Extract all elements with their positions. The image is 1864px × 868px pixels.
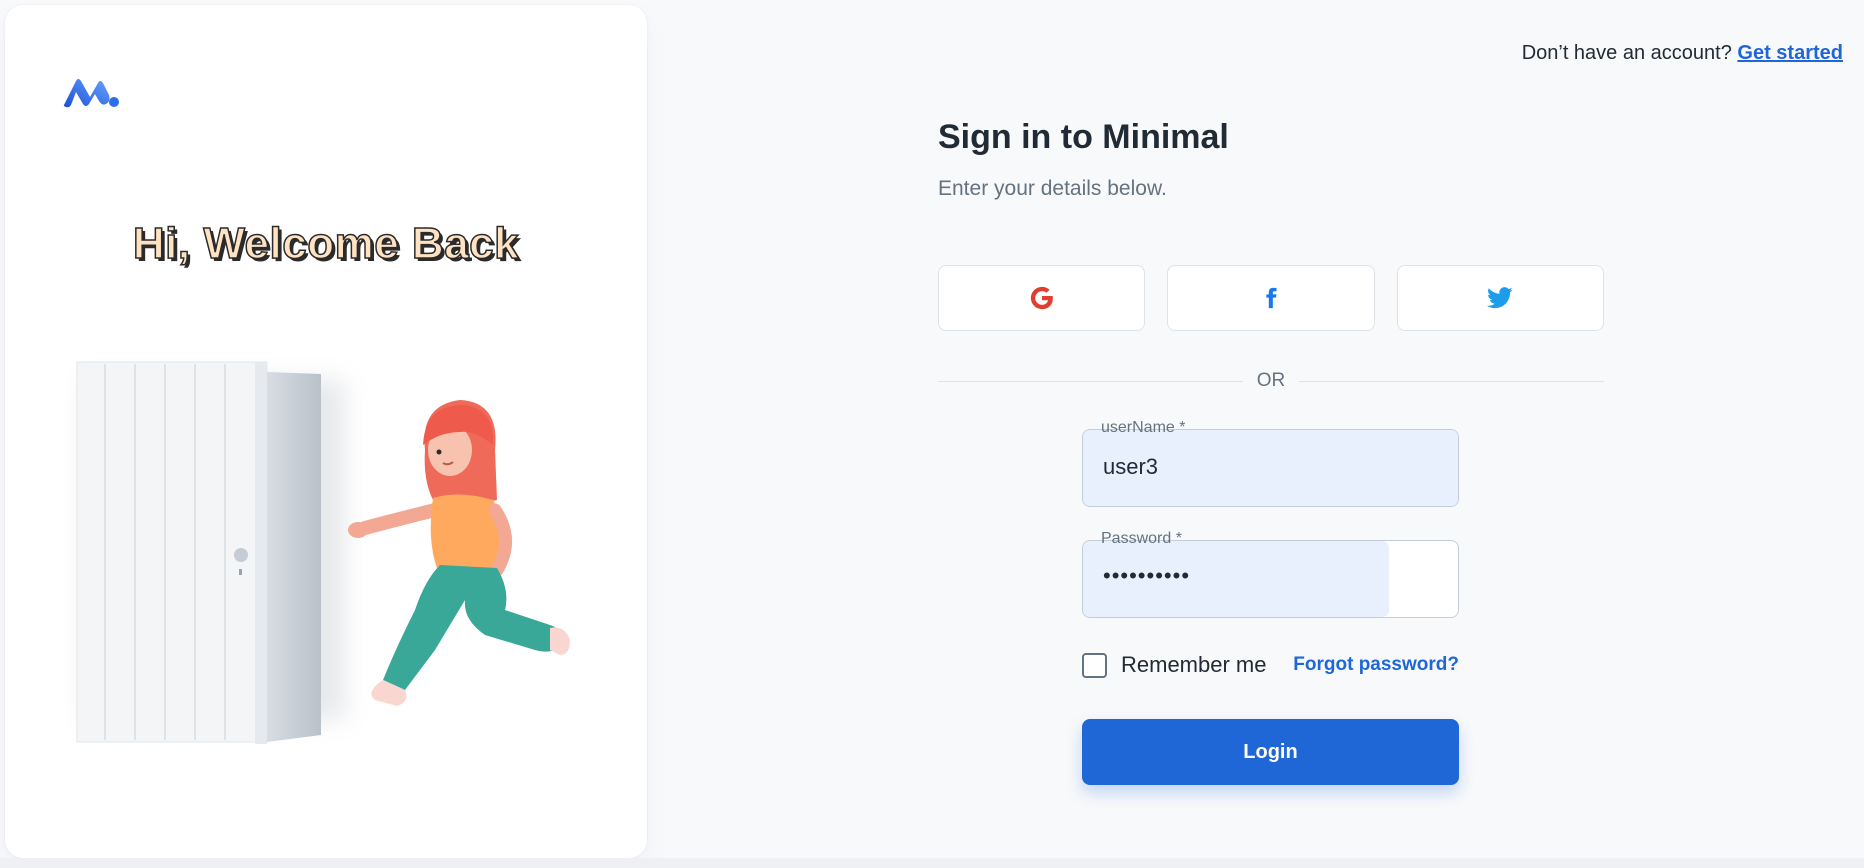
signup-prompt-text: Don’t have an account?: [1521, 42, 1732, 64]
remember-me-label[interactable]: Remember me: [1121, 652, 1266, 678]
get-started-link[interactable]: Get started: [1737, 42, 1843, 64]
forgot-password-link[interactable]: Forgot password?: [1293, 654, 1459, 676]
remember-me-checkbox[interactable]: [1082, 652, 1107, 678]
signup-prompt: Don’t have an account? Get started: [1522, 42, 1843, 65]
password-input[interactable]: ••••••••••: [1103, 563, 1190, 589]
twitter-icon: [1487, 287, 1513, 309]
divider-label: OR: [1256, 370, 1286, 391]
username-input[interactable]: user3: [1103, 454, 1158, 480]
divider-line: [938, 380, 1243, 382]
login-button[interactable]: Login: [1082, 719, 1459, 785]
password-field[interactable]: Password * ••••••••••: [1082, 530, 1459, 618]
username-label: userName *: [1097, 419, 1190, 437]
social-login-row: [938, 265, 1604, 331]
login-form: Sign in to Minimal Enter your details be…: [938, 118, 1604, 391]
page-subtitle: Enter your details below.: [938, 177, 1167, 200]
google-icon: [1030, 286, 1053, 310]
illustration-image: [76, 361, 570, 744]
bottom-scrollbar-track: [0, 858, 1864, 868]
or-divider: OR: [938, 370, 1604, 392]
username-field[interactable]: userName * user3: [1082, 419, 1459, 507]
remember-row: Remember me Forgot password?: [1082, 652, 1459, 678]
page-title: Sign in to Minimal: [938, 118, 1229, 156]
divider-line: [1299, 380, 1604, 382]
minimal-logo[interactable]: [62, 75, 120, 109]
remember-me-control[interactable]: Remember me: [1082, 652, 1266, 678]
password-label: Password *: [1097, 530, 1186, 548]
google-login-button[interactable]: [938, 265, 1146, 331]
welcome-heading: Hi, Welcome Back: [132, 218, 520, 269]
twitter-login-button[interactable]: [1396, 265, 1604, 331]
facebook-login-button[interactable]: [1167, 265, 1375, 331]
facebook-icon: [1266, 287, 1277, 309]
illustration-panel: Hi, Welcome Back: [5, 5, 647, 858]
